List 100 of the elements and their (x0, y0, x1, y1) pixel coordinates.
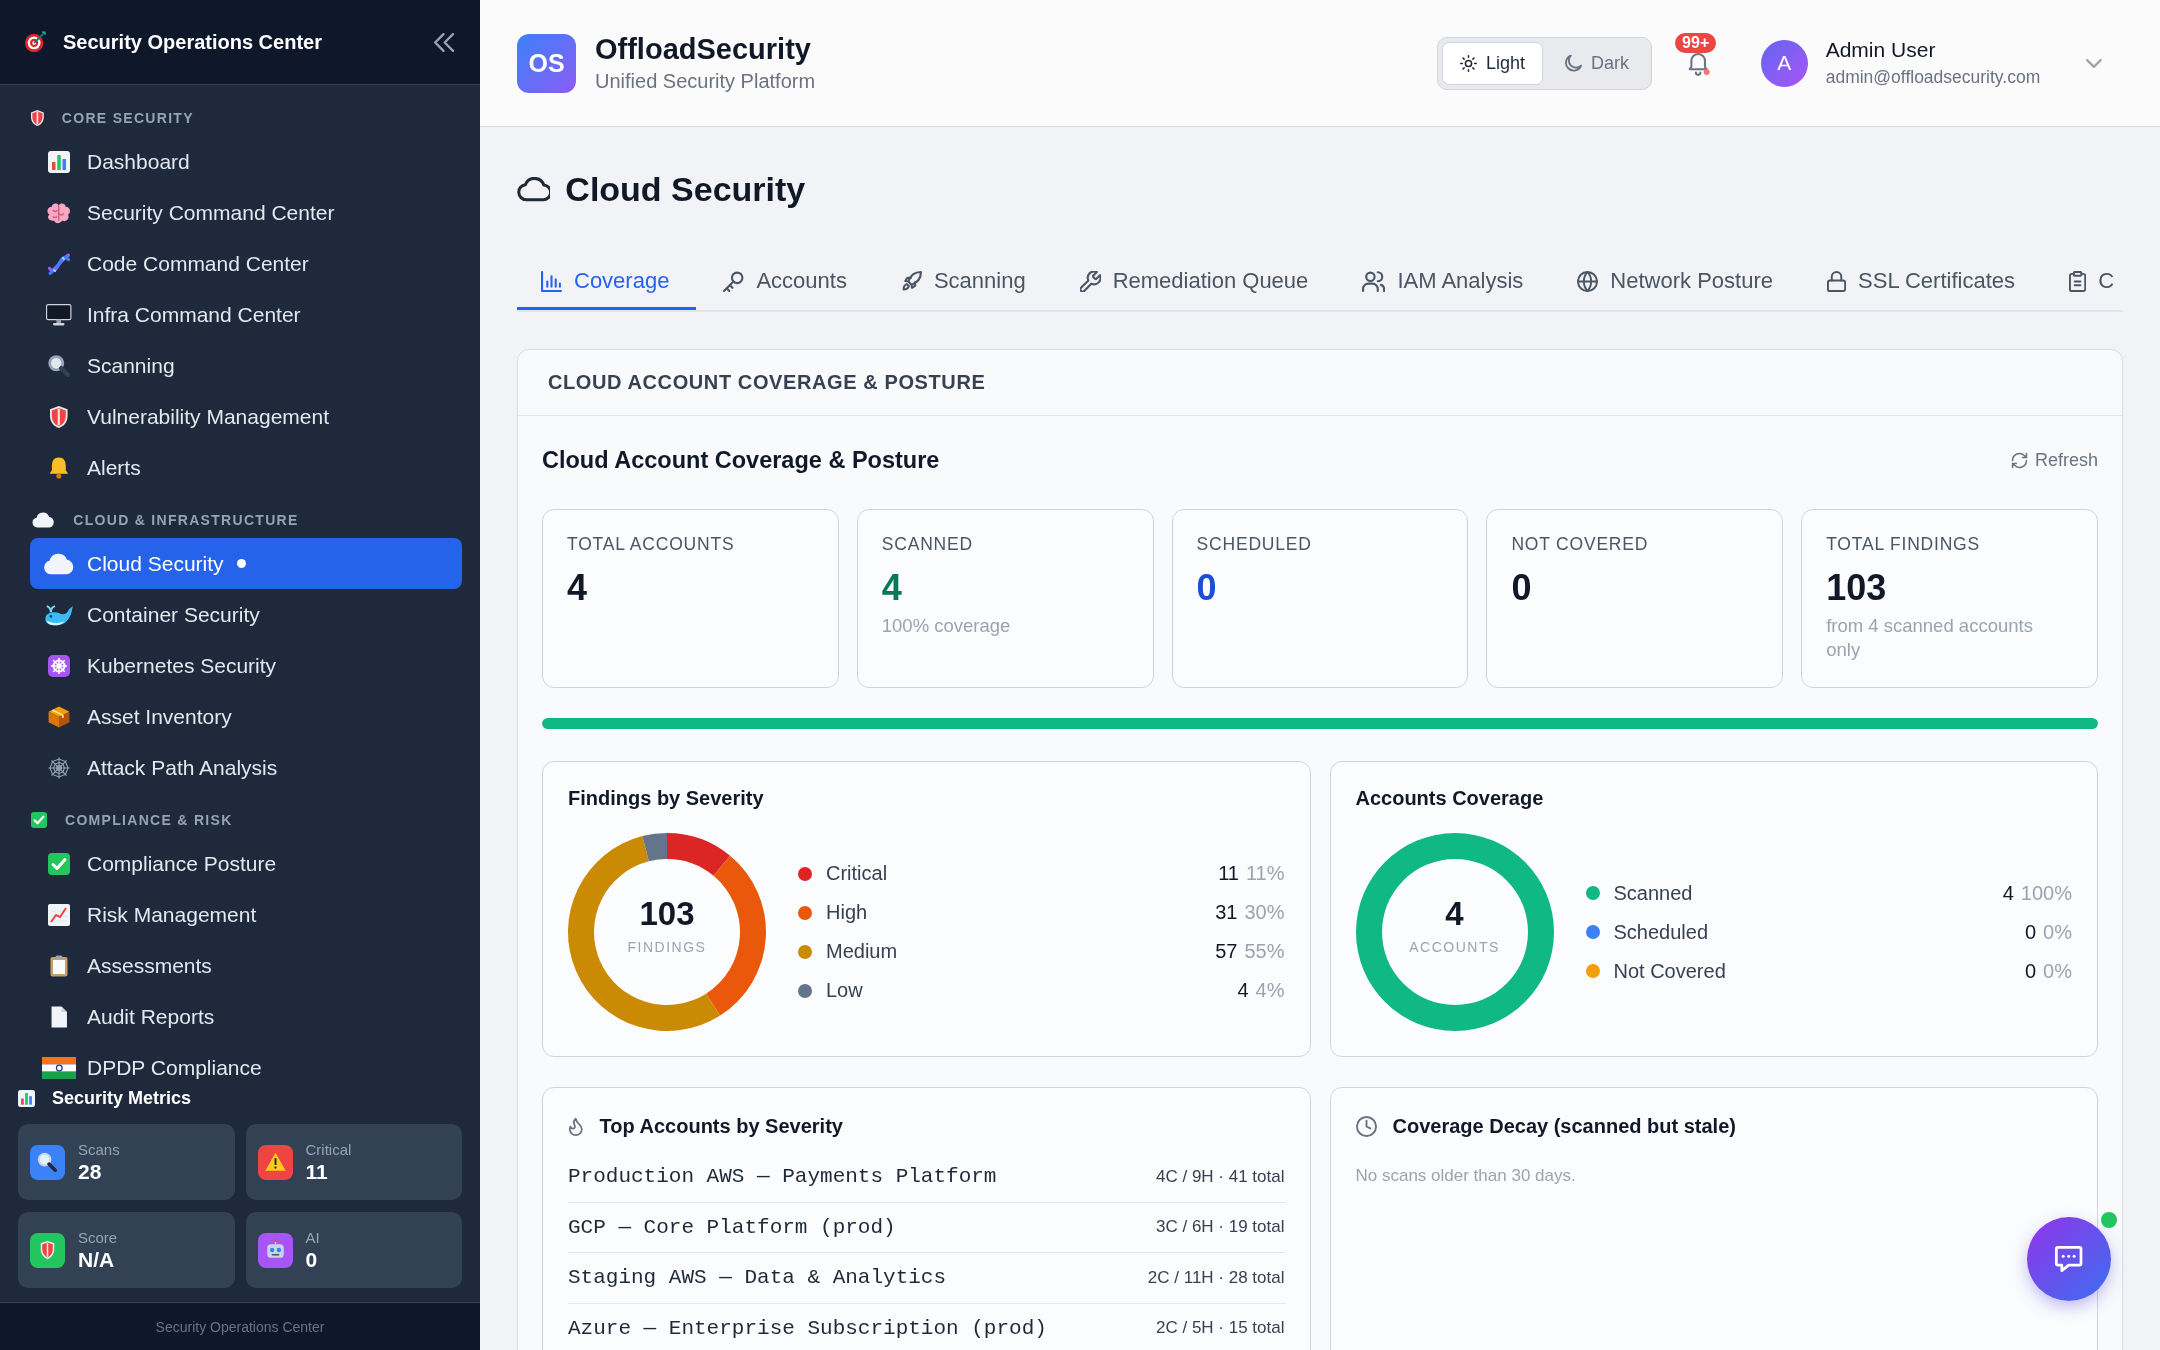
nav-item[interactable]: Cloud Security (30, 538, 462, 589)
notification-badge: 99+ (1675, 33, 1717, 53)
stat-label: SCHEDULED (1196, 534, 1312, 554)
nav-item[interactable]: Code Command Center (30, 238, 462, 289)
flame-icon (568, 1116, 584, 1136)
nav-item[interactable]: Assessments (30, 940, 462, 991)
account-summary: 3C / 6H · 19 total (1156, 1217, 1285, 1238)
metric-value: N/A (78, 1247, 115, 1272)
nav-item[interactable]: Compliance Posture (30, 838, 462, 889)
card-title: Findings by Severity (568, 786, 764, 811)
legend-percent: 55% (1244, 940, 1285, 963)
user-name: Admin User (1825, 38, 1936, 62)
logo-badge: OS (517, 33, 576, 93)
legend-percent: 0% (2043, 920, 2072, 944)
stat-label: SCANNED (881, 534, 973, 554)
legend-count: 11 (1218, 862, 1239, 885)
stat-value: 4 (881, 567, 902, 609)
theme-option[interactable]: Dark (1547, 41, 1648, 85)
package-icon (48, 705, 70, 728)
check-icon (48, 852, 70, 875)
legend-label: Scheduled (1613, 920, 1709, 944)
stat-label: TOTAL ACCOUNTS (567, 534, 735, 554)
legend-percent: 4% (1255, 979, 1285, 1002)
avatar[interactable]: A (1760, 39, 1808, 87)
nav-item[interactable]: Scanning (30, 340, 462, 391)
legend-count: 31 (1215, 901, 1238, 924)
tab[interactable]: Coverage (517, 254, 697, 310)
cloud-icon (42, 552, 76, 575)
nav-item[interactable]: Audit Reports (30, 991, 462, 1042)
metric-label: Score (78, 1228, 118, 1246)
bar-chart-icon (18, 1089, 35, 1107)
tab[interactable]: Network Posture (1550, 254, 1800, 310)
sidebar-title: Security Operations Center (63, 30, 322, 54)
nav-item[interactable]: Risk Management (30, 889, 462, 940)
brand-title: OffloadSecurity (595, 33, 811, 66)
nav-section-label: CLOUD & INFRASTRUCTURE (73, 512, 299, 528)
nav-item[interactable]: Vulnerability Management (30, 391, 462, 442)
metrics-title: Security Metrics (52, 1087, 192, 1109)
legend-count: 4 (2002, 881, 2014, 905)
panel-header-title: CLOUD ACCOUNT COVERAGE & POSTURE (548, 371, 986, 394)
section-title: Cloud Account Coverage & Posture (542, 446, 940, 474)
tab[interactable]: IAM Analysis (1335, 254, 1551, 310)
bell-icon (49, 456, 69, 479)
wrench-icon (1079, 270, 1101, 292)
metric-label: AI (305, 1228, 320, 1246)
metric-label: Scans (78, 1140, 120, 1158)
cloud-icon (517, 176, 551, 202)
tab[interactable]: Scanning (873, 254, 1053, 310)
sun-icon (1460, 54, 1477, 72)
legend-count: 0 (2024, 959, 2037, 983)
line-chart-icon (48, 903, 70, 926)
tab[interactable]: SSL Certificates (1800, 254, 2042, 310)
stat-note: 100% coverage (881, 614, 1011, 638)
monitor-icon (46, 303, 72, 326)
bar-chart-icon (48, 150, 70, 173)
cloud-icon (31, 512, 56, 528)
double-chevron-left-icon[interactable] (433, 32, 454, 52)
dna-icon (48, 252, 70, 275)
card-title: Coverage Decay (scanned but stale) (1392, 1114, 1736, 1139)
tab[interactable]: Accounts (696, 254, 874, 310)
shield-icon (30, 1232, 65, 1268)
tab[interactable]: Remediation Queue (1052, 254, 1336, 310)
legend-percent: 0% (2043, 959, 2072, 983)
magnifier-icon (48, 354, 70, 377)
nav-item[interactable]: Attack Path Analysis (30, 742, 462, 793)
legend-percent: 30% (1244, 901, 1285, 924)
legend-label: Scanned (1613, 881, 1693, 905)
nav-item[interactable]: Dashboard (30, 136, 462, 187)
refresh-button[interactable]: Refresh (2010, 449, 2098, 471)
nav-item[interactable]: Container Security (30, 589, 462, 640)
account-name: Staging AWS — Data & Analytics (568, 1266, 947, 1290)
active-dot-icon (236, 559, 246, 568)
legend-percent: 11% (1245, 862, 1285, 885)
key-icon (723, 270, 745, 292)
brand-subtitle: Unified Security Platform (595, 70, 816, 93)
nav-item[interactable]: Kubernetes Security (30, 640, 462, 691)
spider-web-icon (48, 756, 70, 779)
account-name: Azure — Enterprise Subscription (prod) (568, 1316, 1047, 1340)
clipboard-icon (2069, 270, 2087, 292)
card-title: Top Accounts by Severity (599, 1114, 843, 1139)
nav-item[interactable]: Asset Inventory (30, 691, 462, 742)
legend-label: Medium (826, 940, 898, 963)
nav-item[interactable]: Alerts (30, 442, 462, 493)
helm-wheel-icon (48, 654, 70, 677)
globe-icon (1577, 270, 1599, 292)
nav-item[interactable]: Security Command Center (30, 187, 462, 238)
nav-section-label: COMPLIANCE & RISK (65, 812, 233, 828)
robot-icon (257, 1232, 293, 1268)
theme-option[interactable]: Light (1442, 41, 1544, 85)
nav-item[interactable]: Infra Command Center (30, 289, 462, 340)
nav-item[interactable]: DPDP Compliance (30, 1042, 462, 1083)
stat-note: from 4 scanned accounts only (1826, 614, 2034, 662)
flag-icon (41, 1056, 77, 1079)
bell-icon[interactable] (1688, 50, 1711, 76)
empty-message: No scans older than 30 days. (1355, 1166, 1576, 1186)
legend-label: High (826, 901, 868, 924)
stat-value: 4 (567, 567, 588, 609)
clock-icon (1355, 1115, 1377, 1137)
tab[interactable]: C (2042, 254, 2123, 310)
legend-count: 57 (1215, 940, 1238, 963)
